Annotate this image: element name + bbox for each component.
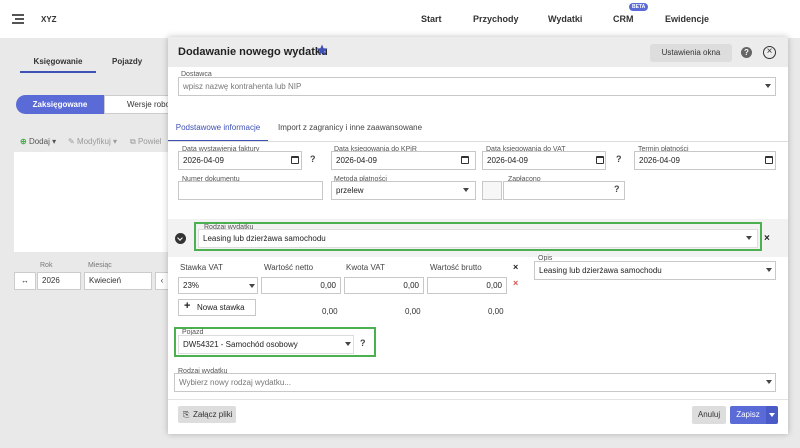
menu-icon[interactable] (12, 14, 24, 24)
net-value-header: Wartość netto (264, 263, 314, 272)
paperclip-icon: ⎘ (183, 410, 190, 419)
new-rate-button[interactable]: + Nowa stawka (178, 299, 256, 316)
save-dropdown-icon[interactable] (766, 406, 778, 424)
footer-divider (168, 399, 788, 400)
total-vat: 0,00 (405, 307, 421, 316)
edit-icon: ✎ (68, 137, 75, 146)
tab-accounting[interactable]: Księgowanie (20, 57, 96, 73)
nav-records[interactable]: Ewidencje (665, 14, 709, 24)
year-select[interactable]: 2026 (37, 272, 81, 290)
expense-type-select[interactable]: Leasing lub dzierżawa samochodu (198, 229, 758, 248)
background-table (14, 152, 174, 252)
help-icon[interactable]: ? (360, 338, 366, 348)
chevron-down-icon[interactable] (766, 380, 772, 384)
top-bar: XYZ Start Przychody Wydatki CRM BETA Ewi… (0, 0, 800, 38)
payment-due-input[interactable]: 2026-04-09 (634, 151, 776, 170)
beta-badge: BETA (629, 3, 649, 11)
total-net: 0,00 (322, 307, 338, 316)
modify-button[interactable]: ✎ Modyfikuj ▾ (68, 137, 117, 146)
tab-vehicles[interactable]: Pojazdy (112, 57, 142, 66)
chevron-down-icon[interactable] (345, 342, 351, 346)
paid-input[interactable] (503, 181, 625, 200)
tab-import-advanced[interactable]: Import z zagranicy i inne zaawansowane (278, 123, 422, 132)
vat-amount-input[interactable]: 0,00 (344, 277, 424, 294)
kpir-date-input[interactable]: 2026-04-09 (331, 151, 476, 170)
brand-name: XYZ (41, 15, 57, 24)
chevron-down-icon[interactable] (249, 284, 255, 288)
help-icon[interactable]: ? (614, 184, 620, 194)
year-label: Rok (40, 262, 53, 269)
tabs-divider (168, 141, 788, 142)
gross-value-header: Wartość brutto (430, 263, 482, 272)
calendar-icon[interactable] (461, 156, 469, 164)
save-button[interactable]: Zapisz (730, 406, 766, 424)
vat-date-input[interactable]: 2026-04-09 (482, 151, 606, 170)
nav-expenses[interactable]: Wydatki (548, 14, 582, 24)
month-label: Miesiąc (88, 262, 112, 269)
copy-icon: ⧉ (130, 137, 136, 146)
chevron-down-icon[interactable] (463, 188, 469, 192)
calendar-icon[interactable] (765, 156, 773, 164)
help-icon[interactable]: ? (741, 47, 752, 58)
status-tab-drafts[interactable]: Wersje robo (104, 95, 174, 114)
help-icon[interactable]: ? (616, 154, 622, 164)
help-icon[interactable]: ? (310, 154, 316, 164)
delete-row-icon[interactable]: × (513, 278, 518, 288)
add-button[interactable]: ⊕ Dodaj ▾ (20, 137, 56, 146)
vat-rate-select[interactable]: 23% (178, 277, 258, 294)
vat-amount-header: Kwota VAT (346, 263, 385, 272)
window-settings-button[interactable]: Ustawienia okna (650, 44, 732, 62)
calendar-icon[interactable] (596, 156, 604, 164)
total-gross: 0,00 (488, 307, 504, 316)
cancel-button[interactable]: Anuluj (692, 406, 726, 424)
net-value-input[interactable]: 0,00 (261, 277, 341, 294)
plus-icon: + (184, 300, 191, 312)
attach-files-button[interactable]: ⎘ Załącz pliki (178, 406, 236, 423)
duplicate-button[interactable]: ⧉ Powiel (130, 137, 162, 147)
chevron-down-icon[interactable] (766, 268, 772, 272)
modal-header: Dodawanie nowego wydatku Ustawienia okna… (168, 37, 788, 67)
description-select[interactable]: Leasing lub dzierżawa samochodu (534, 261, 776, 280)
close-icon[interactable]: × (763, 46, 776, 59)
remove-icon[interactable]: × (513, 262, 518, 272)
supplier-input[interactable]: wpisz nazwę kontrahenta lub NIP (178, 77, 776, 96)
nav-start[interactable]: Start (421, 14, 442, 24)
chevron-down-icon[interactable] (746, 236, 752, 240)
modal-title: Dodawanie nowego wydatku (178, 46, 328, 58)
status-tab-booked[interactable]: Zaksięgowane (16, 95, 104, 114)
vehicle-select[interactable]: DW54321 - Samochód osobowy (178, 335, 354, 354)
payment-method-select[interactable]: przelew (331, 181, 476, 200)
supplier-dropdown-icon[interactable] (765, 84, 771, 88)
paid-checkbox[interactable] (482, 181, 502, 200)
prev-icon[interactable]: ‹ (155, 272, 169, 290)
vat-rate-header: Stawka VAT (180, 263, 223, 272)
nav-crm[interactable]: CRM (613, 14, 634, 24)
nav-income[interactable]: Przychody (473, 14, 519, 24)
collapse-icon[interactable] (175, 233, 186, 244)
expense-type-2-select[interactable]: Wybierz nowy rodzaj wydatku... (174, 373, 776, 392)
invoice-date-input[interactable]: 2026-04-09 (178, 151, 302, 170)
calendar-icon[interactable] (291, 156, 299, 164)
gross-value-input[interactable]: 0,00 (427, 277, 507, 294)
star-icon[interactable] (316, 44, 328, 56)
month-select[interactable]: Kwiecień (84, 272, 152, 290)
range-icon[interactable]: ↔ (14, 272, 36, 290)
remove-icon[interactable]: × (764, 233, 770, 244)
tab-basic-info[interactable]: Podstawowe informacje (168, 123, 268, 142)
doc-number-input[interactable] (178, 181, 323, 200)
plus-icon: ⊕ (20, 137, 27, 146)
add-expense-modal: Dodawanie nowego wydatku Ustawienia okna… (168, 37, 788, 434)
